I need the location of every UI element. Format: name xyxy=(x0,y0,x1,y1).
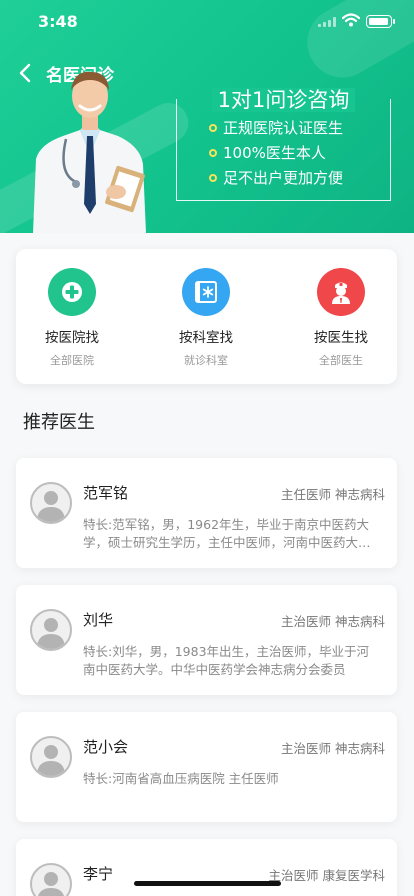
promo-headline: 1对1问诊咨询 xyxy=(176,84,391,114)
plus-icon xyxy=(48,268,96,316)
status-time: 3:48 xyxy=(38,12,78,31)
doctor-specialty: 特长:河南省高血压病医院 主任医师 xyxy=(83,771,279,786)
status-bar: 3:48 xyxy=(0,0,414,44)
doctor-name: 李宁 xyxy=(83,865,114,883)
hero-banner: 3:48 名医问诊 1对1问诊咨询 正规医院认证医生 100%医 xyxy=(0,0,414,233)
wifi-icon xyxy=(342,13,360,27)
category-sub: 全部医院 xyxy=(50,354,94,367)
doctor-card[interactable]: 李宁 主治医师 康复医学科 xyxy=(16,839,397,896)
department-icon xyxy=(182,268,230,316)
doctor-name: 范军铭 xyxy=(83,484,129,502)
promo-feature: 足不出户更加方便 xyxy=(209,167,343,188)
doctor-illustration xyxy=(33,71,146,233)
category-label: 按科室找 xyxy=(179,330,233,346)
category-department[interactable]: 按科室找 就诊科室 xyxy=(146,268,266,368)
bullet-icon xyxy=(209,124,217,132)
category-doctor[interactable]: 按医生找 全部医生 xyxy=(281,268,401,368)
doctor-specialty: 特长:刘华，男，1983年出生，主治医师，毕业于河南中医药大学。中华中医药学会神… xyxy=(83,644,370,677)
cellular-signal-icon xyxy=(318,17,336,27)
avatar xyxy=(30,863,72,896)
home-indicator[interactable] xyxy=(134,881,281,886)
promo-feature: 100%医生本人 xyxy=(209,142,326,163)
avatar xyxy=(30,736,72,778)
doctor-name: 范小会 xyxy=(83,738,129,756)
doctor-card[interactable]: 范军铭 主任医师 神志病科 特长:范军铭，男，1962年生，毕业于南京中医药大学… xyxy=(16,458,397,568)
category-card: 按医院找 全部医院 按科室找 就诊科室 按医生找 全部医生 xyxy=(16,249,397,384)
doctor-icon xyxy=(317,268,365,316)
category-hospital[interactable]: 按医院找 全部医院 xyxy=(12,268,132,368)
section-title: 推荐医生 xyxy=(23,412,95,433)
avatar xyxy=(30,609,72,651)
category-label: 按医生找 xyxy=(314,330,368,346)
category-sub: 就诊科室 xyxy=(184,354,228,367)
doctor-card[interactable]: 范小会 主治医师 神志病科 特长:河南省高血压病医院 主任医师 xyxy=(16,712,397,822)
doctor-name: 刘华 xyxy=(83,611,114,629)
doctor-title: 主治医师 康复医学科 xyxy=(268,868,385,883)
doctor-title: 主治医师 神志病科 xyxy=(281,741,385,756)
category-sub: 全部医生 xyxy=(319,354,363,367)
doctor-title: 主治医师 神志病科 xyxy=(281,614,385,629)
bullet-icon xyxy=(209,174,217,182)
promo-feature: 正规医院认证医生 xyxy=(209,117,343,138)
category-label: 按医院找 xyxy=(45,330,99,346)
avatar xyxy=(30,482,72,524)
doctor-specialty: 特长:范军铭，男，1962年生，毕业于南京中医药大学，硕士研究生学历，主任中医师… xyxy=(83,517,371,550)
bullet-icon xyxy=(209,149,217,157)
battery-icon xyxy=(366,15,395,28)
doctor-card[interactable]: 刘华 主治医师 神志病科 特长:刘华，男，1983年出生，主治医师，毕业于河南中… xyxy=(16,585,397,695)
doctor-title: 主任医师 神志病科 xyxy=(281,487,385,502)
